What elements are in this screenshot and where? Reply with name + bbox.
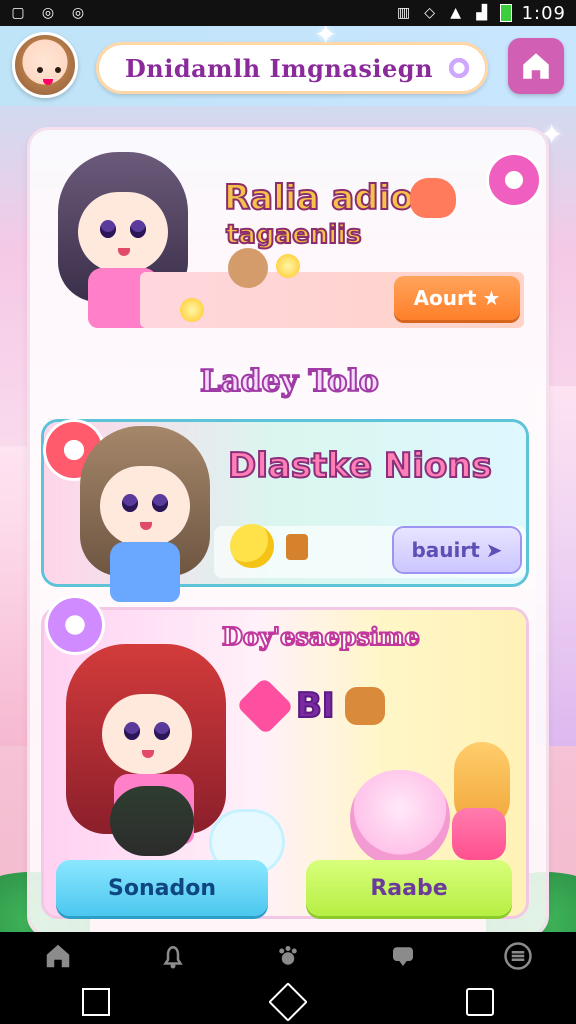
face [100, 466, 190, 546]
section3-left-button[interactable]: Sonadon [56, 860, 268, 916]
title-bar[interactable]: Dnidamlh Imgnasiegn [96, 42, 488, 94]
section3-icons-row: BI [236, 677, 385, 735]
section-subtitle: Ladey Tolo [199, 363, 380, 400]
back-button-icon[interactable] [82, 988, 110, 1016]
top-header: Dnidamlh Imgnasiegn [0, 26, 576, 106]
sparkle-icon: ✦ [314, 26, 338, 51]
eye-right [154, 722, 170, 740]
dress [110, 542, 180, 602]
section3-title: Doy'esaepsime [221, 621, 421, 652]
section3-left-button-label: Sonadon [108, 875, 216, 901]
profile-avatar[interactable] [12, 32, 78, 98]
section2-title: Dlastke Nions [227, 445, 493, 487]
cat-girl-character [350, 770, 450, 866]
home-button[interactable] [508, 38, 564, 94]
chat-icon-svg [393, 947, 414, 966]
menu-icon[interactable] [498, 939, 538, 973]
avatar-eye-right [55, 67, 61, 73]
cat-character-icon [110, 786, 194, 856]
section3-icons-text: BI [295, 685, 336, 727]
clock: 1:09 [521, 2, 566, 24]
eye-left [124, 722, 140, 740]
menu-icon-svg [504, 942, 533, 970]
chick-icon [230, 524, 274, 568]
app-icon: ▢ [11, 5, 25, 21]
orange-creature-icon [410, 178, 456, 218]
signal-icon: ▲ [450, 5, 461, 21]
section1-title: Ralia adio [223, 177, 415, 219]
bottom-nav [0, 932, 576, 980]
star-icon [274, 252, 302, 280]
pink-cat-character [452, 808, 506, 860]
wifi-icon: ◇ [424, 5, 435, 21]
girl-character-2 [70, 426, 220, 606]
vibrate-icon: ▥ [396, 5, 411, 21]
record-icon: ◎ [41, 5, 55, 21]
section1-subtitle: tagaeniis [225, 219, 363, 251]
section3-right-button[interactable]: Raabe [306, 860, 512, 916]
app-title: Dnidamlh Imgnasiegn [124, 53, 434, 83]
face [78, 192, 168, 272]
chat-icon[interactable] [383, 939, 423, 973]
settings-icon: ◎ [71, 5, 85, 21]
avatar-eye-left [37, 67, 43, 73]
section1-button[interactable]: Aourt ★ [394, 276, 520, 320]
paw-icon-svg [279, 946, 297, 965]
system-nav-bar [0, 980, 576, 1024]
house-icon [523, 53, 549, 79]
section2-button-label: bauirt [411, 538, 480, 562]
app-screen: Dnidamlh Imgnasiegn ✦ ✦ Ralia adio tagae… [0, 26, 576, 932]
eye-right [130, 220, 146, 238]
eye-left [122, 494, 138, 512]
bear-icon [344, 687, 385, 725]
section3-right-button-label: Raabe [370, 875, 448, 901]
pink-flower-bubble-icon[interactable] [486, 152, 542, 208]
status-right: ▥ ◇ ▲ ▟ 1:09 [396, 3, 566, 24]
battery-icon [499, 4, 512, 22]
status-bar: ▢ ◎ ◎ ▥ ◇ ▲ ▟ 1:09 [0, 0, 576, 26]
eye-right [152, 494, 168, 512]
section1-button-label: Aourt [413, 286, 477, 310]
star-icon-2 [178, 296, 206, 324]
flower-icon[interactable] [446, 55, 472, 81]
face [102, 694, 192, 774]
home-button-icon[interactable] [268, 982, 308, 1022]
avatar-mouth [43, 79, 53, 85]
bell-icon-svg [162, 945, 183, 969]
pet-creature-icon [228, 248, 268, 288]
home-icon[interactable] [38, 939, 78, 973]
signal-icon-2: ▟ [476, 5, 487, 21]
status-left: ▢ ◎ ◎ [10, 5, 86, 21]
bag-icon [286, 534, 308, 560]
arrow-right-icon: ➤ [485, 538, 503, 562]
eye-left [100, 220, 116, 238]
paw-icon[interactable] [268, 939, 308, 973]
recent-apps-icon[interactable] [466, 988, 494, 1016]
section2-button[interactable]: bauirt ➤ [394, 528, 520, 572]
home-icon-svg [46, 944, 69, 968]
star-icon: ★ [482, 286, 501, 310]
bell-icon[interactable] [153, 939, 193, 973]
